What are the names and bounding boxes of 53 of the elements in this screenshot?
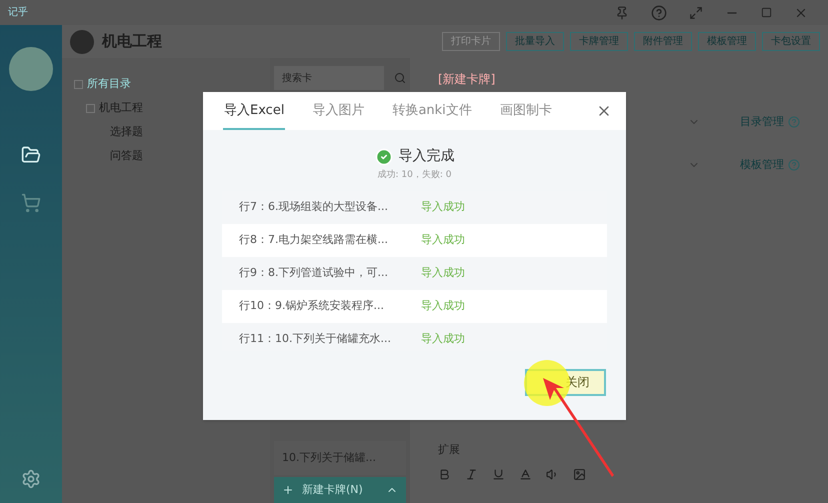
success-icon (374, 148, 392, 166)
status-title: 导入完成 (398, 147, 454, 166)
dialog-tab[interactable]: 导入Excel (223, 92, 286, 130)
cart-icon[interactable] (21, 193, 41, 213)
row-result: 导入成功 (421, 264, 465, 281)
plus-icon (282, 484, 294, 496)
toolbar-button[interactable]: 批量导入 (506, 32, 564, 51)
bold-icon[interactable] (438, 468, 451, 481)
import-summary: 成功: 10，失败: 0 (378, 169, 452, 182)
tree-item[interactable]: 所有目录 (87, 76, 131, 92)
row-name: 行11：10.下列关于储罐充水... (239, 330, 392, 347)
search-field[interactable]: 搜索卡 (274, 66, 384, 90)
collapse-icon[interactable] (74, 80, 83, 88)
row-name: 行9：8.下列管道试验中，可... (239, 264, 389, 281)
help-icon[interactable] (651, 4, 667, 20)
app-logo: 记乎 (8, 6, 28, 20)
avatar[interactable] (9, 47, 53, 91)
project-title: 机电工程 (102, 31, 162, 52)
dialog-tab[interactable]: 画图制卡 (498, 92, 553, 130)
new-card-button[interactable]: 新建卡牌(N) (274, 477, 406, 503)
row-result: 导入成功 (421, 330, 465, 347)
extension-label: 扩展 (438, 442, 461, 458)
underline-icon[interactable] (492, 468, 505, 481)
tree-item[interactable]: 选择题 (98, 124, 143, 140)
project-icon (70, 30, 94, 54)
row-name: 行10：9.锅炉系统安装程序... (239, 298, 385, 314)
image-icon[interactable] (573, 468, 586, 481)
settings-icon[interactable] (21, 469, 41, 489)
font-color-icon[interactable] (519, 468, 532, 481)
toolbar-button[interactable]: 模板管理 (698, 32, 756, 51)
row-name: 行8：7.电力架空线路需在横... (239, 232, 389, 248)
dialog-tab[interactable]: 转换anki文件 (391, 92, 473, 130)
collapse-icon[interactable] (86, 104, 95, 112)
italic-icon[interactable] (465, 468, 478, 481)
maximize-icon[interactable] (761, 7, 772, 18)
row-result: 导入成功 (421, 298, 465, 314)
manage-link[interactable]: 目录管理 (740, 114, 784, 130)
toolbar-button[interactable]: 卡包设置 (762, 32, 820, 51)
speaker-icon[interactable] (546, 468, 559, 481)
dialog-tab[interactable]: 导入图片 (311, 92, 366, 130)
pin-icon[interactable] (615, 6, 629, 20)
toolbar-button[interactable]: 附件管理 (634, 32, 692, 51)
tree-item[interactable]: 机电工程 (99, 100, 143, 116)
row-result: 导入成功 (421, 232, 465, 248)
manage-link[interactable]: 模板管理 (740, 156, 784, 173)
search-icon[interactable] (394, 72, 406, 84)
folder-icon[interactable] (21, 145, 41, 165)
row-result: 导入成功 (421, 198, 465, 215)
toolbar-button[interactable]: 卡牌管理 (570, 32, 628, 51)
row-name: 行7：6.现场组装的大型设备... (239, 198, 389, 215)
editor-heading: [新建卡牌] (438, 71, 496, 88)
expand-icon[interactable] (689, 6, 703, 20)
tree-item[interactable]: 问答题 (98, 148, 143, 164)
